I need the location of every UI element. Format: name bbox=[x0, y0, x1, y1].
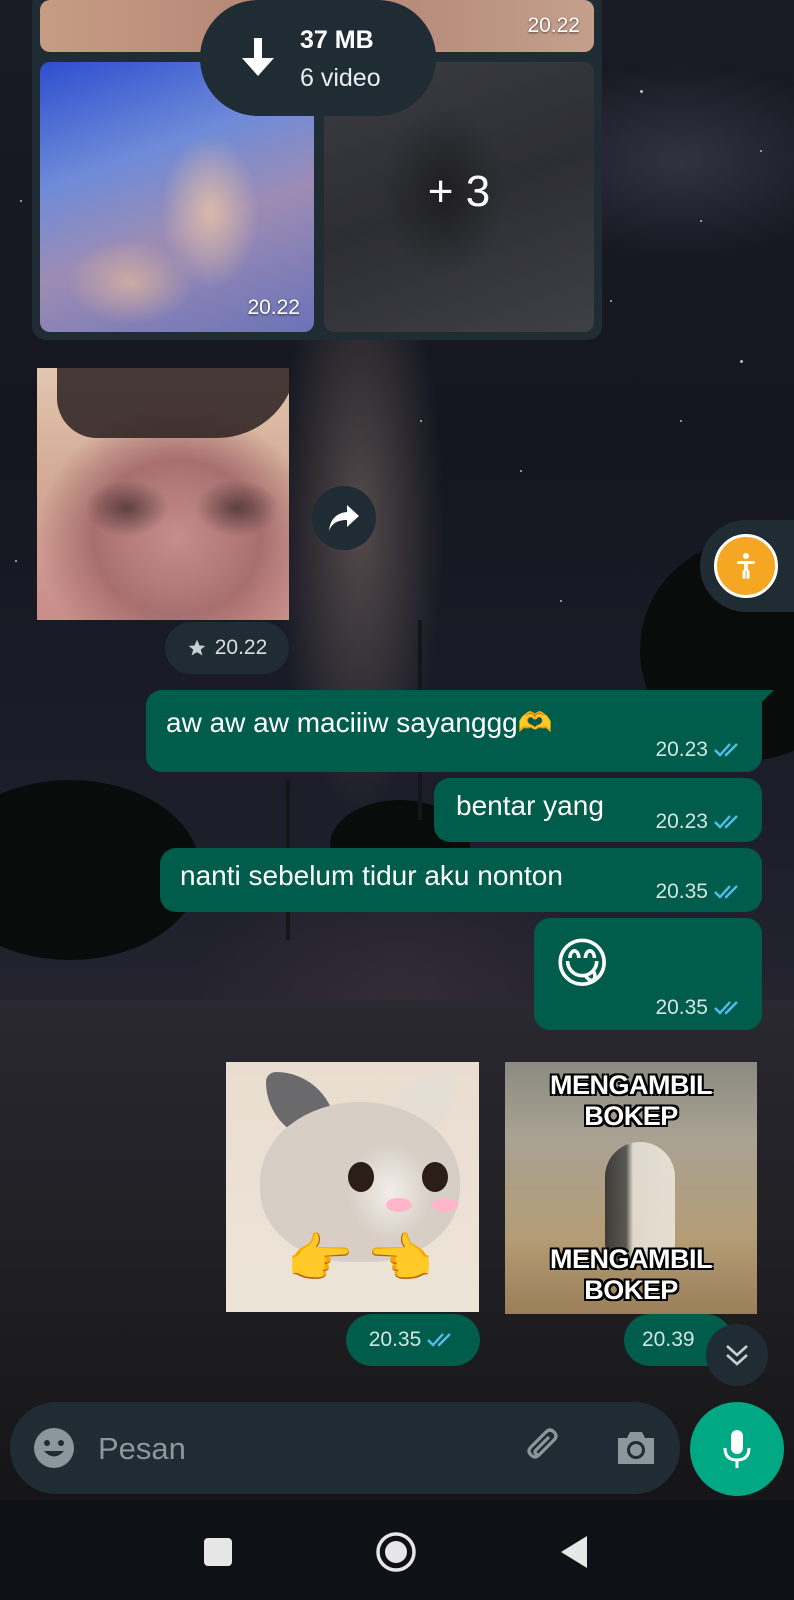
meme-top-text: MENGAMBIL BOKEP bbox=[550, 1070, 712, 1131]
forward-button[interactable] bbox=[312, 486, 376, 550]
emoji-button[interactable] bbox=[32, 1426, 76, 1475]
read-receipt-icon bbox=[714, 815, 738, 829]
nav-back-icon bbox=[561, 1536, 587, 1568]
read-receipt-icon bbox=[714, 885, 738, 899]
outgoing-message[interactable]: aw aw aw maciiiw sayanggg🫶 20.23 bbox=[146, 690, 774, 772]
meme-sticker[interactable]: MENGAMBIL BOKEP MENGAMBIL BOKEP bbox=[505, 1062, 757, 1314]
accessibility-icon bbox=[737, 553, 755, 579]
message-text: bentar yang bbox=[456, 790, 604, 821]
nav-recents-icon bbox=[204, 1538, 232, 1566]
emoji-icon bbox=[34, 1428, 74, 1468]
accessibility-dock bbox=[700, 520, 794, 612]
download-size: 37 MB bbox=[300, 26, 374, 54]
message-text: aw aw aw maciiiw sayanggg🫶 bbox=[166, 707, 553, 738]
microphone-icon bbox=[723, 1430, 751, 1468]
sticker-timestamp: 20.35 bbox=[346, 1314, 480, 1366]
sticker-time: 20.39 bbox=[642, 1328, 695, 1351]
album-more-count: + 3 bbox=[427, 167, 491, 216]
message-emoji: 😋 bbox=[554, 934, 611, 994]
chevron-down-icon bbox=[726, 1345, 748, 1366]
nav-home-button[interactable] bbox=[374, 1530, 418, 1574]
camera-icon bbox=[618, 1432, 654, 1464]
album-thumbnail-time: 20.22 bbox=[247, 296, 300, 319]
voice-message-button[interactable] bbox=[690, 1402, 784, 1496]
message-text: nanti sebelum tidur aku nonton bbox=[180, 860, 563, 891]
read-receipt-icon bbox=[714, 743, 738, 757]
forward-icon bbox=[329, 505, 359, 531]
message-input[interactable] bbox=[96, 1422, 500, 1476]
outgoing-message[interactable]: bentar yang 20.23 bbox=[434, 778, 762, 842]
nav-home-icon bbox=[376, 1532, 416, 1572]
message-composer bbox=[10, 1402, 680, 1494]
scroll-to-bottom-button[interactable] bbox=[706, 1324, 768, 1386]
read-receipt-icon bbox=[714, 1001, 738, 1015]
star-icon bbox=[188, 639, 206, 656]
outgoing-message[interactable]: 😋 20.35 bbox=[534, 918, 762, 1030]
accessibility-button[interactable] bbox=[714, 534, 778, 598]
paperclip-icon bbox=[527, 1428, 558, 1459]
sticker-time: 20.35 bbox=[368, 1328, 422, 1351]
meme-bottom-text: MENGAMBIL BOKEP bbox=[550, 1244, 712, 1305]
cat-sticker[interactable]: 👉 👈 bbox=[226, 1062, 479, 1312]
download-count: 6 video bbox=[300, 64, 381, 92]
message-time: 20.23 bbox=[655, 810, 708, 833]
photo-timestamp: 20.22 bbox=[165, 622, 289, 674]
album-top-time: 20.22 bbox=[527, 14, 580, 37]
outgoing-message[interactable]: nanti sebelum tidur aku nonton 20.35 bbox=[160, 848, 762, 912]
message-time: 20.35 bbox=[655, 880, 708, 903]
message-time: 20.23 bbox=[655, 738, 708, 761]
download-button[interactable]: 37 MB 6 video bbox=[200, 0, 436, 116]
photo-time: 20.22 bbox=[214, 636, 268, 659]
system-navigation-bar bbox=[0, 1500, 794, 1600]
attach-button[interactable] bbox=[522, 1426, 566, 1475]
received-photo[interactable] bbox=[37, 368, 289, 620]
nav-recents-button[interactable] bbox=[196, 1530, 240, 1574]
camera-button[interactable] bbox=[614, 1428, 658, 1473]
read-receipt-icon bbox=[427, 1333, 452, 1347]
message-time: 20.35 bbox=[655, 996, 708, 1019]
nav-back-button[interactable] bbox=[552, 1530, 596, 1574]
download-icon bbox=[242, 38, 274, 76]
